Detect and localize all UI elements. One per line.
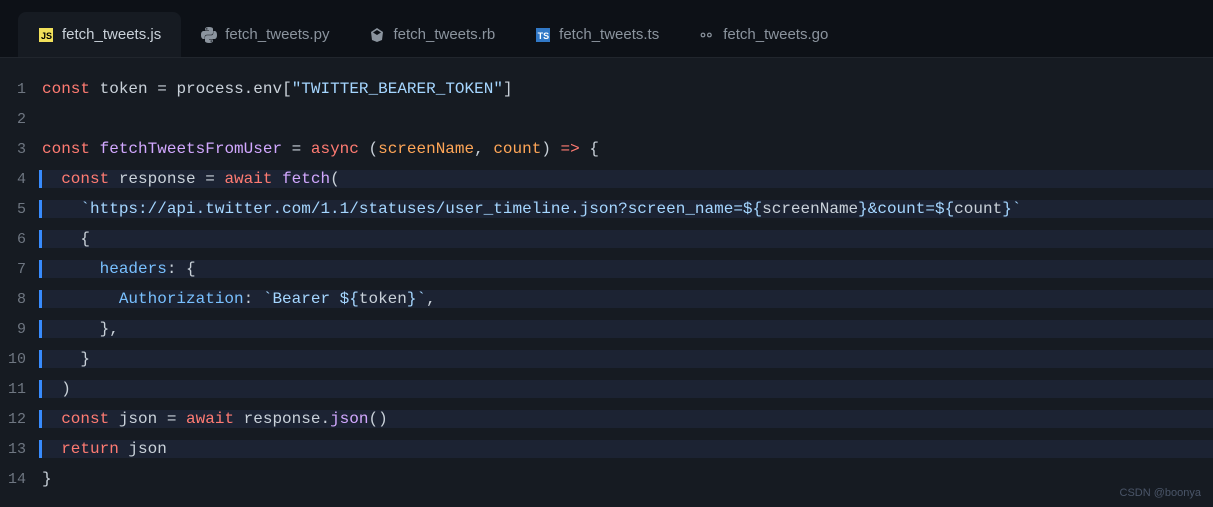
- line-number: 6: [0, 231, 42, 248]
- line-number: 12: [0, 411, 42, 428]
- tab-label: fetch_tweets.js: [62, 26, 161, 43]
- code-line: 4 const response = await fetch(: [0, 164, 1213, 194]
- tab-ts[interactable]: TS fetch_tweets.ts: [515, 12, 679, 57]
- go-icon: [699, 27, 715, 43]
- code-line: 14 }: [0, 464, 1213, 494]
- line-number: 13: [0, 441, 42, 458]
- line-number: 11: [0, 381, 42, 398]
- code-content: const fetchTweetsFromUser = async (scree…: [42, 140, 1213, 158]
- tab-bar: JS fetch_tweets.js fetch_tweets.py fetch…: [0, 0, 1213, 58]
- code-line: 6 {: [0, 224, 1213, 254]
- tab-rb[interactable]: fetch_tweets.rb: [349, 12, 515, 57]
- ruby-icon: [369, 27, 385, 43]
- code-content: Authorization: `Bearer ${token}`,: [39, 290, 1213, 308]
- python-icon: [201, 27, 217, 43]
- code-line: 8 Authorization: `Bearer ${token}`,: [0, 284, 1213, 314]
- line-number: 4: [0, 171, 42, 188]
- code-line: 1 const token = process.env["TWITTER_BEA…: [0, 74, 1213, 104]
- code-content: }: [42, 470, 1213, 488]
- code-line: 3 const fetchTweetsFromUser = async (scr…: [0, 134, 1213, 164]
- code-line: 9 },: [0, 314, 1213, 344]
- tab-js[interactable]: JS fetch_tweets.js: [18, 12, 181, 57]
- code-line: 5 `https://api.twitter.com/1.1/statuses/…: [0, 194, 1213, 224]
- code-content: return json: [39, 440, 1213, 458]
- code-content: `https://api.twitter.com/1.1/statuses/us…: [39, 200, 1213, 218]
- line-number: 7: [0, 261, 42, 278]
- code-line: 10 }: [0, 344, 1213, 374]
- line-number: 10: [0, 351, 42, 368]
- code-content: },: [39, 320, 1213, 338]
- code-content: const response = await fetch(: [39, 170, 1213, 188]
- tab-label: fetch_tweets.go: [723, 26, 828, 43]
- line-number: 5: [0, 201, 42, 218]
- ts-icon: TS: [535, 27, 551, 43]
- code-line: 13 return json: [0, 434, 1213, 464]
- tab-label: fetch_tweets.py: [225, 26, 329, 43]
- line-number: 8: [0, 291, 42, 308]
- code-content: }: [39, 350, 1213, 368]
- code-line: 2: [0, 104, 1213, 134]
- tab-py[interactable]: fetch_tweets.py: [181, 12, 349, 57]
- watermark: CSDN @boonya: [1120, 487, 1201, 499]
- code-editor[interactable]: 1 const token = process.env["TWITTER_BEA…: [0, 58, 1213, 507]
- code-line: 12 const json = await response.json(): [0, 404, 1213, 434]
- line-number: 9: [0, 321, 42, 338]
- code-content: const token = process.env["TWITTER_BEARE…: [42, 80, 1213, 98]
- code-content: ): [39, 380, 1213, 398]
- js-icon: JS: [38, 27, 54, 43]
- tab-go[interactable]: fetch_tweets.go: [679, 12, 848, 57]
- tab-label: fetch_tweets.rb: [393, 26, 495, 43]
- line-number: 3: [0, 141, 42, 158]
- code-content: {: [39, 230, 1213, 248]
- code-line: 11 ): [0, 374, 1213, 404]
- code-content: headers: {: [39, 260, 1213, 278]
- line-number: 1: [0, 81, 42, 98]
- code-content: const json = await response.json(): [39, 410, 1213, 428]
- line-number: 2: [0, 111, 42, 128]
- tab-label: fetch_tweets.ts: [559, 26, 659, 43]
- code-line: 7 headers: {: [0, 254, 1213, 284]
- line-number: 14: [0, 471, 42, 488]
